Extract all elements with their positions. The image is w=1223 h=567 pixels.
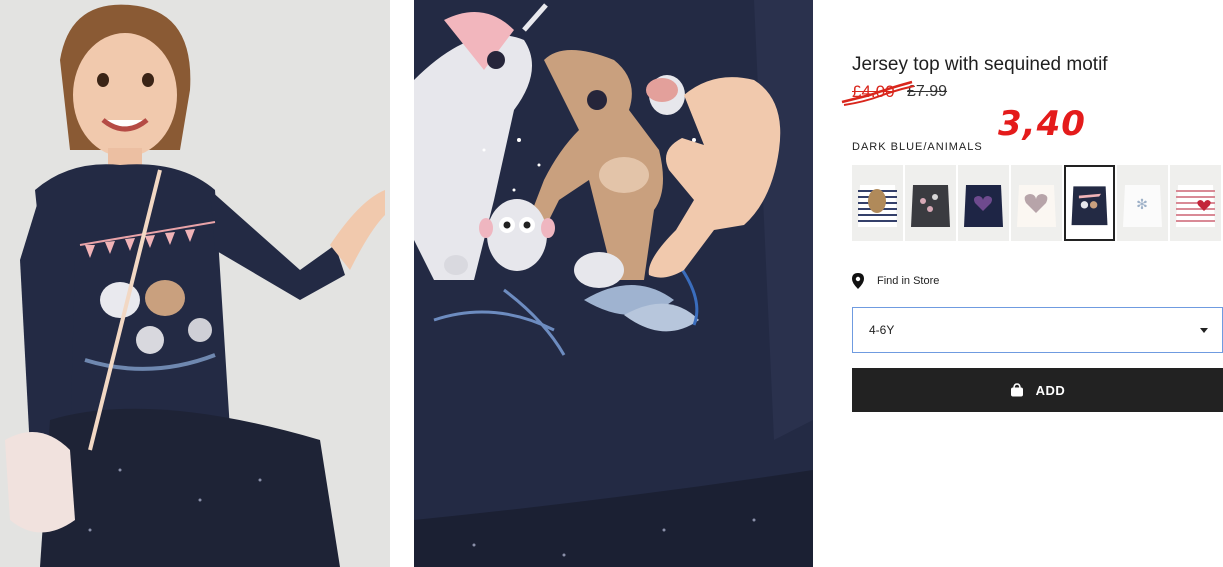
swatch-thumbnail bbox=[958, 165, 1009, 241]
find-in-store-label: Find in Store bbox=[877, 275, 940, 287]
swatch-thumbnail bbox=[852, 165, 903, 241]
swatch-dark-grey[interactable] bbox=[905, 165, 956, 241]
red-scribble-annotation bbox=[841, 80, 915, 106]
location-pin-icon bbox=[852, 273, 864, 289]
swatch-navy-heart[interactable] bbox=[958, 165, 1009, 241]
add-button-label: ADD bbox=[1035, 382, 1066, 398]
detail-illustration bbox=[414, 0, 813, 567]
swatch-dark-blue-animals[interactable] bbox=[1064, 165, 1115, 241]
swatch-thumbnail bbox=[1011, 165, 1062, 241]
add-to-bag-button[interactable]: ADD bbox=[852, 368, 1223, 412]
handwritten-new-price: 3,40 bbox=[998, 104, 1086, 144]
shopping-bag-icon bbox=[1010, 383, 1023, 397]
color-name: DARK BLUE/ANIMALS bbox=[852, 141, 983, 153]
swatch-thumbnail bbox=[905, 165, 956, 241]
size-select[interactable]: 4-6Y bbox=[852, 307, 1223, 353]
product-photo-detail[interactable] bbox=[414, 0, 813, 567]
model-illustration bbox=[0, 0, 390, 567]
swatch-thumbnail: ✻ bbox=[1117, 165, 1168, 241]
swatch-white-heart[interactable] bbox=[1011, 165, 1062, 241]
swatch-white-snowflake[interactable]: ✻ bbox=[1117, 165, 1168, 241]
swatch-thumbnail bbox=[1170, 165, 1221, 241]
swatch-striped-dog[interactable] bbox=[852, 165, 903, 241]
chevron-down-icon bbox=[1200, 328, 1208, 333]
svg-text:✻: ✻ bbox=[1136, 197, 1148, 213]
product-info-panel: Jersey top with sequined motif £4.00 £7.… bbox=[841, 0, 1223, 567]
find-in-store-link[interactable]: Find in Store bbox=[852, 272, 939, 290]
size-select-value: 4-6Y bbox=[869, 323, 895, 337]
color-swatches: ✻ bbox=[852, 165, 1223, 243]
swatch-red-striped[interactable] bbox=[1170, 165, 1221, 241]
swatch-thumbnail bbox=[1066, 167, 1113, 239]
product-photo-model[interactable] bbox=[0, 0, 390, 567]
